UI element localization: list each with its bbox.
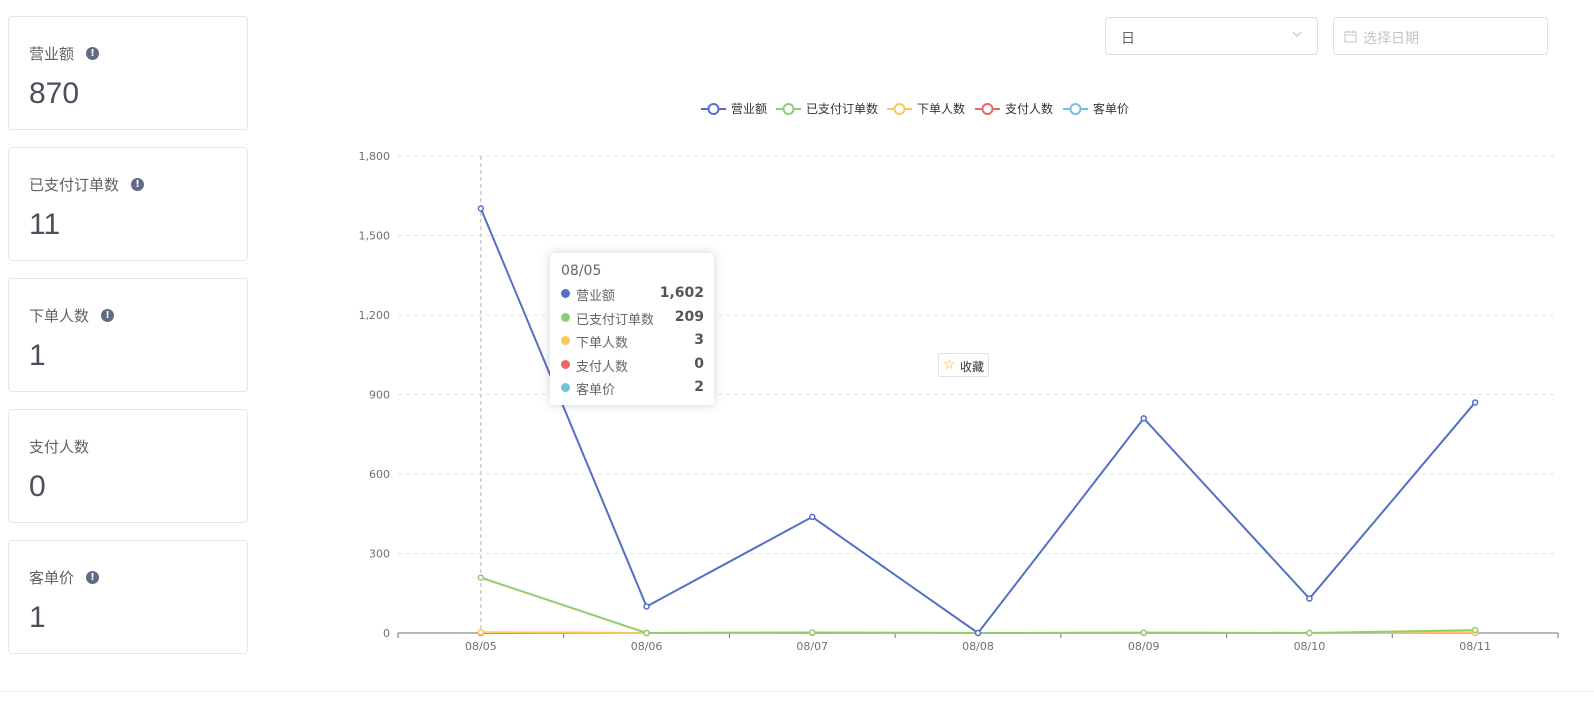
series-dot-icon [561,383,570,392]
data-point [1471,399,1479,406]
tooltip-series-value: 3 [694,332,704,348]
series-dot-icon [561,313,570,322]
series-line [480,576,1476,634]
x-tick-label: 08/09 [1128,640,1160,653]
x-tick-label: 08/05 [465,640,497,653]
tooltip-series-name: 下单人数 [576,336,629,351]
data-point [1140,629,1147,636]
y-tick-label: 0 [383,627,390,640]
data-point [477,205,485,212]
data-point [643,603,650,610]
y-tick-label: 900 [369,389,390,402]
divider [0,691,1594,692]
chart-tooltip: 08/05 营业额 1,602 已支付订单数 209 下单人数 3 支付人数 0… [550,253,714,405]
x-tick-label: 08/10 [1294,640,1326,653]
data-point [643,629,650,637]
tooltip-series-name: 已支付订单数 [576,313,655,328]
y-tick-label: 300 [369,548,390,561]
tooltip-series-value: 1,602 [659,285,704,301]
tooltip-row: 已支付订单数 209 [561,308,704,328]
y-tick-label: 1,500 [359,230,391,243]
y-tick-label: 600 [369,468,390,481]
x-tick-label: 08/07 [796,640,828,653]
tooltip-title: 08/05 [561,263,602,279]
data-point [477,628,485,636]
series-dot-icon [561,289,570,298]
data-point [1140,415,1147,422]
tooltip-series-name: 营业额 [576,289,616,304]
tooltip-series-name: 支付人数 [576,360,629,375]
data-point [1306,629,1313,637]
line-chart: 0 300 600 900 1,200 1,500 1,800 08/05 08/06 08/07… [359,150,1559,653]
tooltip-series-value: 2 [694,379,704,395]
data-point [1306,595,1313,602]
tooltip-series-name: 客单价 [576,383,616,398]
data-point [809,629,816,636]
y-tick-label: 1,800 [359,150,391,163]
favorite-label: 收藏 [960,360,985,374]
tooltip-row: 支付人数 0 [561,355,704,375]
data-point [1471,626,1479,634]
x-tick-label: 08/06 [631,640,663,653]
tooltip-series-value: 209 [674,309,704,325]
series-dot-icon [561,336,570,345]
data-point [974,629,982,637]
data-point [809,513,816,521]
favorite-button[interactable]: ☆ 收藏 [938,353,989,377]
tooltip-row: 客单价 2 [561,378,704,398]
data-point [477,574,485,581]
y-tick-label: 1,200 [359,309,391,322]
tooltip-row: 下单人数 3 [561,331,704,351]
series-dot-icon [561,360,570,369]
tooltip-row: 营业额 1,602 [561,284,704,304]
x-tick-label: 08/11 [1459,640,1491,653]
x-tick-label: 08/08 [962,640,994,653]
tooltip-series-value: 0 [694,356,704,372]
star-icon: ☆ [943,357,956,373]
